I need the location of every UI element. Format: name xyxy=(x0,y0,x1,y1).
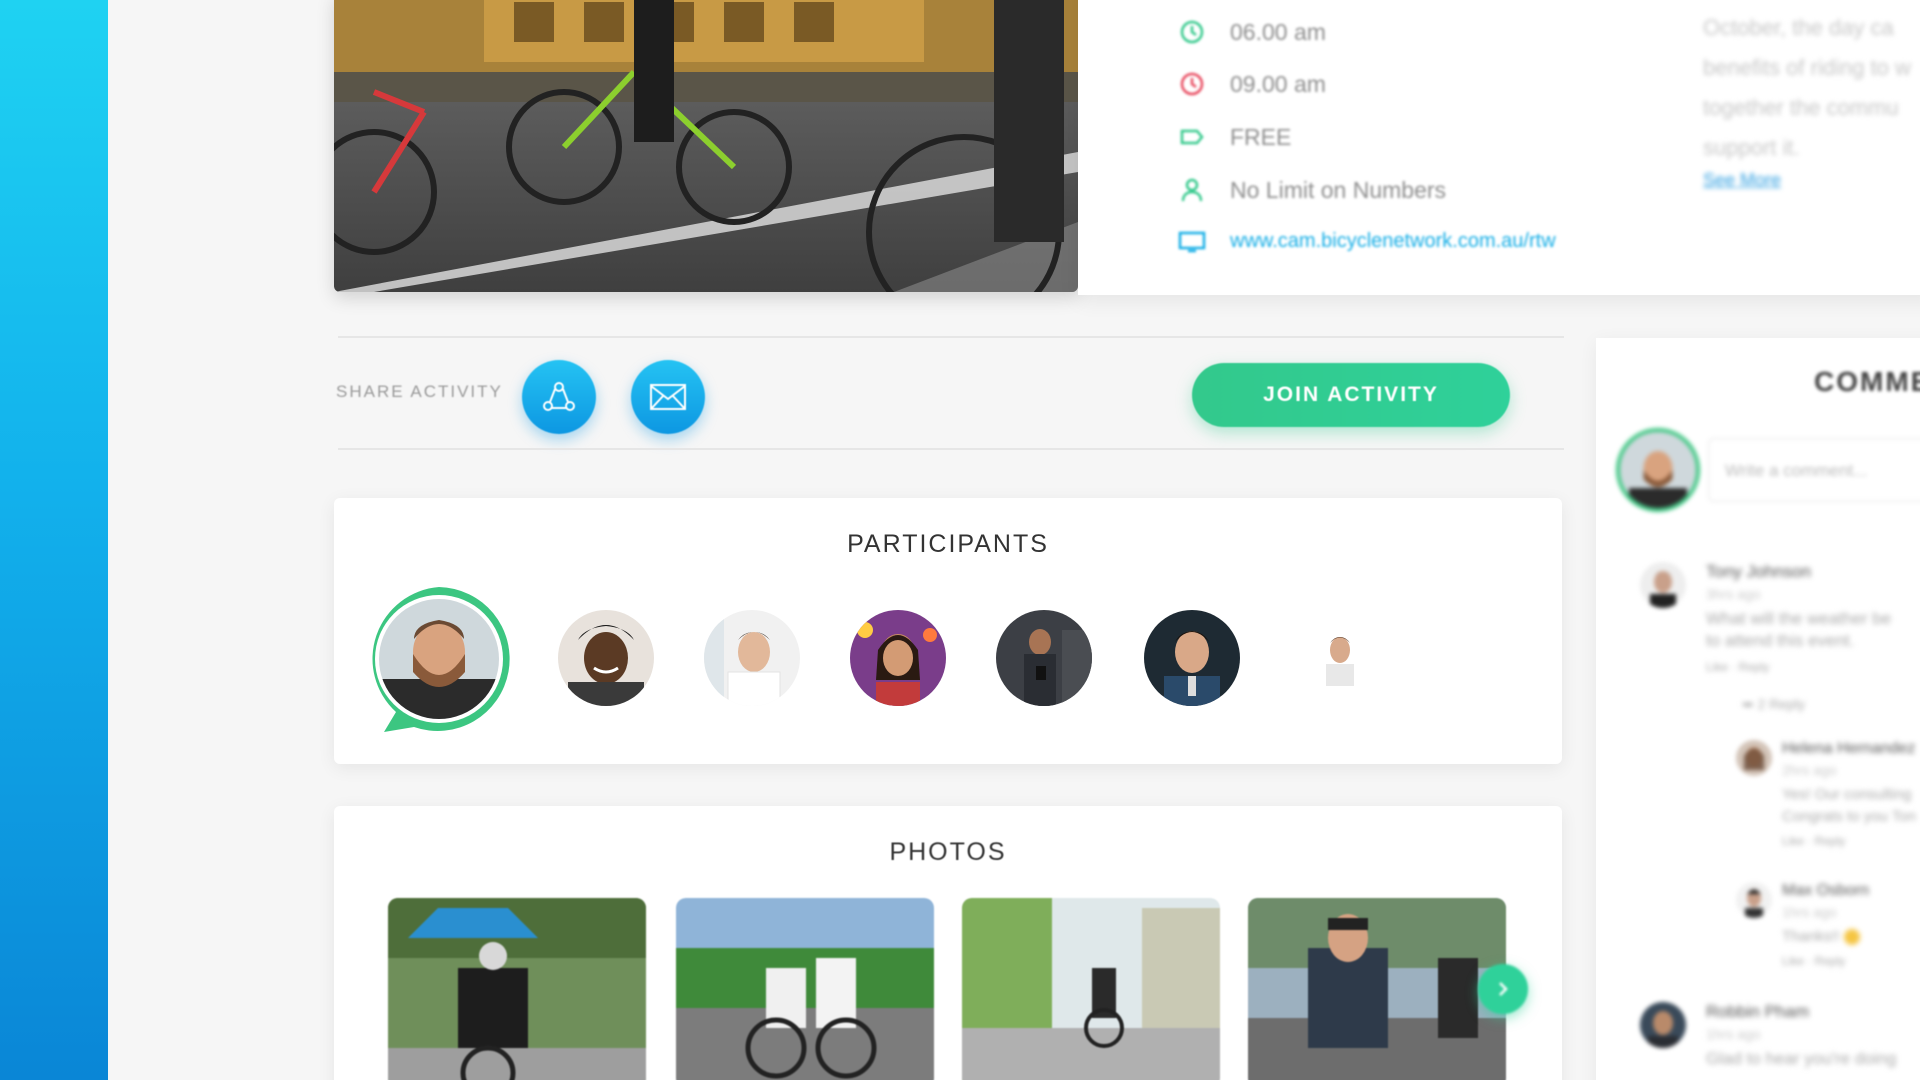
comment-text: Thanks!! xyxy=(1782,926,1860,948)
event-cover-photo xyxy=(334,0,1078,292)
person-icon xyxy=(1178,176,1206,204)
capacity: No Limit on Numbers xyxy=(1230,176,1447,203)
end-time: 09.00 am xyxy=(1230,70,1326,97)
speech-bubble-ring xyxy=(372,587,510,732)
commenter-avatar xyxy=(1736,740,1772,776)
comment-text-content: Thanks!! xyxy=(1782,928,1840,945)
commenter-name[interactable]: Robbin Pham xyxy=(1706,1002,1809,1022)
current-user-avatar xyxy=(1616,428,1700,512)
description-line: support it. xyxy=(1703,135,1800,160)
price: FREE xyxy=(1230,123,1292,150)
clock-start-icon xyxy=(1178,18,1206,46)
comment-input[interactable]: Write a comment... xyxy=(1708,438,1920,502)
photo-thumbnail[interactable] xyxy=(676,898,934,1080)
commenter-avatar xyxy=(1736,882,1772,918)
replies-count: 2 Reply xyxy=(1757,696,1806,712)
mail-icon xyxy=(650,384,686,410)
photo-thumbnail[interactable] xyxy=(962,898,1220,1080)
divider xyxy=(338,336,1564,338)
email-button[interactable] xyxy=(631,360,705,434)
website-row[interactable]: www.cam.bicyclenetwork.com.au/rtw xyxy=(1178,227,1556,255)
participant-avatar[interactable] xyxy=(850,610,946,706)
comment-text: to attend this event. xyxy=(1706,631,1855,650)
tag-icon xyxy=(1178,123,1206,151)
comments-panel: COMME Write a comment... Tony Johnson 3h… xyxy=(1596,338,1920,1080)
participant-avatar[interactable] xyxy=(1292,610,1388,706)
clock-end-icon xyxy=(1178,70,1206,98)
photo-thumbnail[interactable] xyxy=(1248,898,1506,1080)
participant-avatar-selected[interactable] xyxy=(364,584,514,734)
price-row: FREE xyxy=(1178,123,1291,151)
comment-text: Congrats to you Ton xyxy=(1782,808,1916,825)
website-link[interactable]: www.cam.bicyclenetwork.com.au/rtw xyxy=(1230,230,1556,253)
description-line: benefits of riding to w xyxy=(1703,55,1911,80)
commenter-name[interactable]: Max Osborn xyxy=(1782,882,1869,900)
comment-actions[interactable]: Like · Reply xyxy=(1782,954,1845,968)
divider xyxy=(338,448,1564,450)
comment-time: 1hrs ago xyxy=(1706,1026,1761,1042)
photos-title: PHOTOS xyxy=(889,838,1007,866)
commenter-avatar xyxy=(1640,1002,1686,1048)
photo-thumbnail[interactable] xyxy=(388,898,646,1080)
description-line: together the commu xyxy=(1703,95,1899,120)
participants-title: PARTICIPANTS xyxy=(847,530,1049,558)
comments-title: COMME xyxy=(1814,366,1920,397)
event-description: October, the day ca benefits of riding t… xyxy=(1703,8,1920,168)
share-button[interactable] xyxy=(522,360,596,434)
emoji-icon xyxy=(1843,929,1860,946)
participant-avatar[interactable] xyxy=(1144,610,1240,706)
event-details-card: 06.00 am 09.00 am FREE No Limit on Numbe… xyxy=(1078,0,1920,295)
commenter-avatar xyxy=(1640,562,1686,608)
comment-time: 3hrs ago xyxy=(1706,586,1761,602)
photos-next-button[interactable] xyxy=(1478,964,1528,1014)
join-activity-button[interactable]: JOIN ACTIVITY xyxy=(1192,363,1510,427)
start-time-row: 06.00 am xyxy=(1178,18,1326,46)
participant-avatar[interactable] xyxy=(996,610,1092,706)
comment-time: 2hrs ago xyxy=(1782,762,1837,778)
chevron-right-icon xyxy=(1499,982,1508,996)
end-time-row: 09.00 am xyxy=(1178,70,1326,98)
comment-input-placeholder: Write a comment... xyxy=(1725,461,1868,480)
comment-actions[interactable]: Like · Reply xyxy=(1782,834,1845,848)
see-more-link[interactable]: See More xyxy=(1703,170,1781,191)
monitor-icon xyxy=(1178,227,1206,255)
participants-panel: PARTICIPANTS xyxy=(334,498,1562,764)
comment-actions[interactable]: Like · Reply xyxy=(1706,660,1769,674)
participant-avatar[interactable] xyxy=(558,610,654,706)
comment-text: Glad to hear you're doing xyxy=(1706,1049,1897,1068)
commenter-name[interactable]: Tony Johnson xyxy=(1706,562,1811,582)
capacity-row: No Limit on Numbers xyxy=(1178,176,1446,204)
share-activity-label: SHARE ACTIVITY xyxy=(336,382,503,401)
description-line: October, the day ca xyxy=(1703,15,1894,40)
share-icon xyxy=(543,382,575,411)
start-time: 06.00 am xyxy=(1230,18,1326,45)
participant-avatar[interactable] xyxy=(704,610,800,706)
commenter-name[interactable]: Helena Hernandez xyxy=(1782,740,1915,758)
view-replies-link[interactable]: ➥ 2 Reply xyxy=(1742,696,1805,713)
comment-text: What will the weather be xyxy=(1706,609,1892,628)
comment-text: Yes! Our consulting xyxy=(1782,786,1912,803)
sidebar-strip xyxy=(0,0,108,1080)
comment-time: 1hrs ago xyxy=(1782,904,1837,920)
reply-arrow-icon: ➥ xyxy=(1742,696,1758,712)
